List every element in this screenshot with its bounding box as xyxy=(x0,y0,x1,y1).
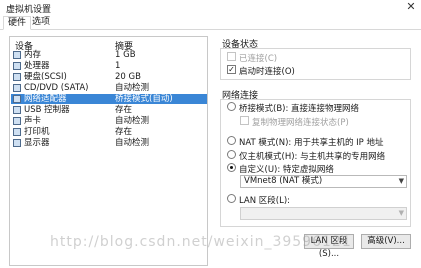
custom-label: 自定义(U): 特定虚拟网络 xyxy=(239,165,334,175)
replicate-label: 复制物理网络连接状态(P) xyxy=(252,118,349,128)
hard-disk-icon xyxy=(13,73,21,81)
device-name: 处理器 xyxy=(24,61,50,71)
watermark: http://blog.csdn.net/weixin_39596121 xyxy=(50,234,352,250)
display-icon xyxy=(13,139,21,147)
device-summary: 自动检测 xyxy=(115,83,150,93)
device-summary: 1 GB xyxy=(115,50,136,60)
device-name: 内存 xyxy=(24,50,42,60)
replicate-checkbox[interactable] xyxy=(240,116,249,125)
device-row[interactable]: USB 控制器 存在 xyxy=(11,105,207,115)
memory-icon xyxy=(13,51,21,59)
device-name: 显示器 xyxy=(24,138,50,148)
nat-label: NAT 模式(N): 用于共享主机的 IP 地址 xyxy=(239,138,384,148)
device-row[interactable]: 内存 1 GB xyxy=(11,50,207,60)
device-list-header: 设备 摘要 xyxy=(10,37,207,52)
connected-checkbox[interactable] xyxy=(227,52,236,61)
device-row[interactable]: 声卡 自动检测 xyxy=(11,116,207,126)
lan-segment-select[interactable]: ▼ xyxy=(240,207,407,220)
device-row[interactable]: 显示器 自动检测 xyxy=(11,138,207,148)
device-row[interactable]: 打印机 存在 xyxy=(11,127,207,137)
custom-radio[interactable] xyxy=(227,163,236,172)
device-list: 设备 摘要 内存 1 GB 处理器 1 硬盘(SCSI) 20 GB CD/DVD (SAT… xyxy=(9,36,208,266)
bridged-radio[interactable] xyxy=(227,102,236,111)
title-bar: 虚拟机设置 ✕ xyxy=(0,0,421,15)
host-only-label: 仅主机模式(H): 与主机共享的专用网络 xyxy=(239,152,386,162)
custom-network-select[interactable]: VMnet8 (NAT 模式) ▼ xyxy=(240,175,407,188)
bridged-label: 桥接模式(B): 直接连接物理网络 xyxy=(239,104,360,114)
network-adapter-icon xyxy=(13,95,21,103)
custom-network-value: VMnet8 (NAT 模式) xyxy=(244,176,323,186)
device-row[interactable]: 硬盘(SCSI) 20 GB xyxy=(11,72,207,82)
device-summary: 桥接模式(自动) xyxy=(115,94,173,104)
device-row[interactable]: 网络适配器 桥接模式(自动) xyxy=(11,94,207,104)
close-icon[interactable]: ✕ xyxy=(405,1,417,13)
device-summary: 1 xyxy=(115,61,121,71)
printer-icon xyxy=(13,128,21,136)
advanced-button[interactable]: 高级(V)... xyxy=(361,234,411,249)
connected-label: 已连接(C) xyxy=(239,54,278,64)
nat-radio[interactable] xyxy=(227,136,236,145)
device-row[interactable]: CD/DVD (SATA) 自动检测 xyxy=(11,83,207,93)
device-name: 硬盘(SCSI) xyxy=(24,72,67,82)
device-summary: 自动检测 xyxy=(115,116,150,126)
lan-segment-label: LAN 区段(L): xyxy=(239,196,291,206)
device-summary: 存在 xyxy=(115,105,133,115)
cd-dvd-icon xyxy=(13,84,21,92)
device-name: USB 控制器 xyxy=(24,105,70,115)
device-summary: 自动检测 xyxy=(115,138,150,148)
usb-controller-icon xyxy=(13,106,21,114)
device-name: 打印机 xyxy=(24,127,50,137)
tab-hardware[interactable]: 硬件 xyxy=(3,16,32,30)
tab-strip: 硬件 选项 xyxy=(0,14,421,30)
device-row[interactable]: 处理器 1 xyxy=(11,61,207,71)
host-only-radio[interactable] xyxy=(227,150,236,159)
device-name: 声卡 xyxy=(24,116,42,126)
sound-card-icon xyxy=(13,117,21,125)
connect-on-power-label: 启动时连接(O) xyxy=(239,67,295,77)
tab-options[interactable]: 选项 xyxy=(28,16,54,30)
lan-segment-radio[interactable] xyxy=(227,194,236,203)
chevron-down-icon: ▼ xyxy=(398,209,404,217)
chevron-down-icon: ▼ xyxy=(398,177,404,185)
device-summary: 存在 xyxy=(115,127,133,137)
device-name: CD/DVD (SATA) xyxy=(24,83,89,93)
device-summary: 20 GB xyxy=(115,72,141,82)
processor-icon xyxy=(13,62,21,70)
connect-on-power-checkbox[interactable]: ✓ xyxy=(227,65,236,74)
device-name: 网络适配器 xyxy=(24,94,67,104)
